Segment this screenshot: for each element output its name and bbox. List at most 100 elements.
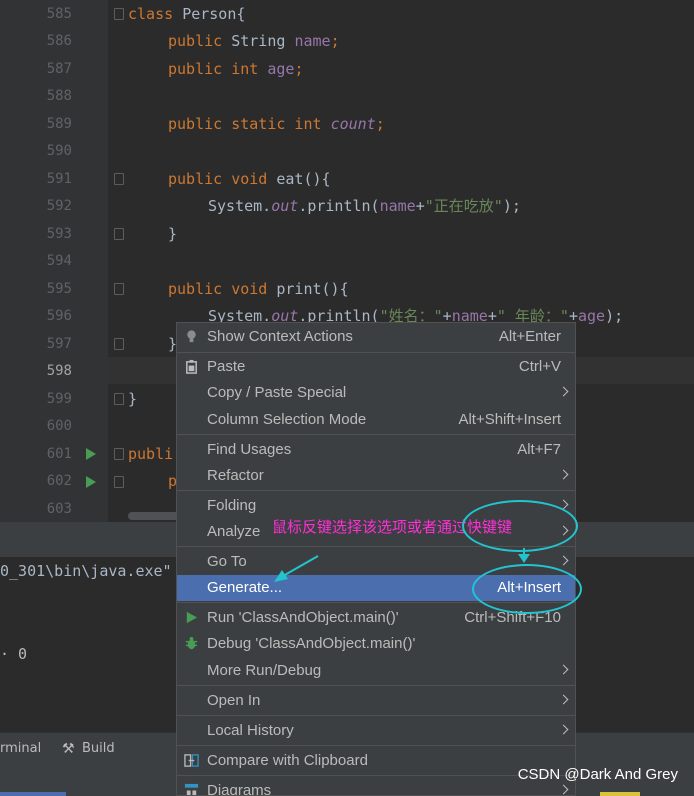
menu-separator bbox=[177, 490, 575, 491]
menu-item-label: Generate... bbox=[207, 579, 283, 596]
fold-marker-icon[interactable] bbox=[114, 393, 124, 405]
menu-separator bbox=[177, 685, 575, 686]
code-text: System. bbox=[208, 197, 272, 215]
menu-item-label: Diagrams bbox=[207, 782, 272, 796]
code-keyword: class bbox=[128, 5, 183, 23]
menu-separator bbox=[177, 352, 575, 353]
code-keyword: public void bbox=[168, 170, 277, 188]
build-tab[interactable]: Build bbox=[82, 733, 115, 765]
code-semicolon: ; bbox=[330, 32, 340, 50]
line-number: 595 bbox=[46, 281, 72, 297]
code-field: age bbox=[577, 307, 606, 325]
menu-item-refactor[interactable]: Refactor bbox=[177, 463, 575, 489]
line-number: 599 bbox=[46, 391, 72, 407]
line-number: 593 bbox=[46, 226, 72, 242]
submenu-arrow-icon bbox=[558, 469, 569, 480]
code-line: publi bbox=[128, 445, 174, 463]
line-number: 601 bbox=[46, 446, 72, 462]
code-text: print(){ bbox=[276, 280, 349, 298]
run-gutter-icon[interactable] bbox=[86, 476, 96, 488]
menu-item-local-history[interactable]: Local History bbox=[177, 718, 575, 744]
menu-item-label: Analyze bbox=[207, 523, 261, 540]
menu-item-label: Paste bbox=[207, 358, 246, 375]
fold-marker-icon[interactable] bbox=[114, 448, 124, 460]
code-line: System.out.println(name+"正在吃放"); bbox=[208, 193, 521, 220]
menu-item-more-run-debug[interactable]: More Run/Debug bbox=[177, 658, 575, 684]
line-number: 596 bbox=[46, 308, 72, 324]
line-number: 587 bbox=[46, 61, 72, 77]
code-field: name bbox=[379, 197, 416, 215]
menu-item-compare-with-clipboard[interactable]: Compare with Clipboard bbox=[177, 748, 575, 774]
menu-item-paste[interactable]: Paste Ctrl+V bbox=[177, 354, 575, 380]
menu-item-label: More Run/Debug bbox=[207, 662, 322, 679]
submenu-arrow-icon bbox=[558, 555, 569, 566]
terminal-tab[interactable]: rminal bbox=[0, 733, 41, 765]
menu-item-label: Debug 'ClassAndObject.main()' bbox=[207, 635, 416, 652]
menu-item-shortcut: Alt+F7 bbox=[517, 441, 561, 458]
hammer-icon: ⚒ bbox=[62, 741, 75, 757]
code-line: public static int count; bbox=[168, 111, 385, 138]
line-number: 585 bbox=[46, 6, 72, 22]
fold-marker-icon[interactable] bbox=[114, 173, 124, 185]
code-line: public int age; bbox=[168, 56, 303, 83]
menu-item-column-selection-mode[interactable]: Column Selection Mode Alt+Shift+Insert bbox=[177, 407, 575, 433]
code-text: eat(){ bbox=[276, 170, 331, 188]
menu-item-shortcut: Alt+Enter bbox=[498, 328, 561, 345]
menu-item-label: Compare with Clipboard bbox=[207, 752, 368, 769]
code-keyword: public void bbox=[168, 280, 277, 298]
menu-item-label: Find Usages bbox=[207, 441, 292, 458]
menu-item-label: Refactor bbox=[207, 467, 264, 484]
code-line: } bbox=[168, 225, 178, 243]
code-line: public void eat(){ bbox=[168, 166, 331, 193]
menu-item-debug[interactable]: Debug 'ClassAndObject.main()' bbox=[177, 631, 575, 657]
run-icon bbox=[186, 611, 198, 624]
code-line: public String name; bbox=[168, 28, 340, 55]
code-line: public void print(){ bbox=[168, 276, 349, 303]
line-number: 602 bbox=[46, 473, 72, 489]
submenu-arrow-icon bbox=[558, 694, 569, 705]
tool-window-strip bbox=[0, 0, 38, 522]
menu-item-copy-paste-special[interactable]: Copy / Paste Special bbox=[177, 380, 575, 406]
code-keyword: public int bbox=[168, 60, 268, 78]
line-number: 586 bbox=[46, 33, 72, 49]
menu-item-find-usages[interactable]: Find Usages Alt+F7 bbox=[177, 437, 575, 463]
run-output-value: · 0 bbox=[0, 645, 28, 663]
line-number-current: 598 bbox=[46, 363, 72, 379]
menu-item-label: Copy / Paste Special bbox=[207, 384, 347, 401]
annotation-circle bbox=[462, 500, 578, 552]
diagram-icon bbox=[184, 783, 199, 795]
fold-marker-icon[interactable] bbox=[114, 476, 124, 488]
taskbar-indicator bbox=[0, 792, 66, 796]
context-menu: Show Context Actions Alt+Enter Paste Ctr… bbox=[176, 322, 576, 796]
line-number: 589 bbox=[46, 116, 72, 132]
menu-item-diagrams[interactable]: Diagrams bbox=[177, 778, 575, 796]
run-gutter-icon[interactable] bbox=[86, 448, 96, 460]
annotation-circle bbox=[472, 564, 582, 614]
submenu-arrow-icon bbox=[558, 664, 569, 675]
menu-item-open-in[interactable]: Open In bbox=[177, 688, 575, 714]
code-text: ); bbox=[605, 307, 624, 325]
code-field: out bbox=[271, 197, 299, 215]
debug-icon bbox=[185, 636, 198, 650]
menu-item-show-context-actions[interactable]: Show Context Actions Alt+Enter bbox=[177, 324, 575, 350]
fold-marker-icon[interactable] bbox=[114, 8, 124, 20]
menu-item-label: Go To bbox=[207, 553, 247, 570]
fold-marker-icon[interactable] bbox=[114, 283, 124, 295]
code-line: } bbox=[128, 390, 138, 408]
menu-item-label: Local History bbox=[207, 722, 294, 739]
line-number: 597 bbox=[46, 336, 72, 352]
menu-item-label: Show Context Actions bbox=[207, 328, 353, 345]
watermark: CSDN @Dark And Grey bbox=[517, 766, 678, 783]
code-text: Person{ bbox=[182, 5, 246, 23]
taskbar-indicator bbox=[600, 792, 640, 796]
line-number: 594 bbox=[46, 253, 72, 269]
menu-item-label: Run 'ClassAndObject.main()' bbox=[207, 609, 399, 626]
run-output-path: 0_301\bin\java.exe" bbox=[0, 562, 172, 580]
line-number: 588 bbox=[46, 88, 72, 104]
fold-marker-icon[interactable] bbox=[114, 228, 124, 240]
code-field: count bbox=[330, 115, 376, 133]
fold-marker-icon[interactable] bbox=[114, 338, 124, 350]
menu-separator bbox=[177, 434, 575, 435]
menu-item-label: Column Selection Mode bbox=[207, 411, 367, 428]
menu-item-shortcut: Alt+Shift+Insert bbox=[458, 411, 561, 428]
